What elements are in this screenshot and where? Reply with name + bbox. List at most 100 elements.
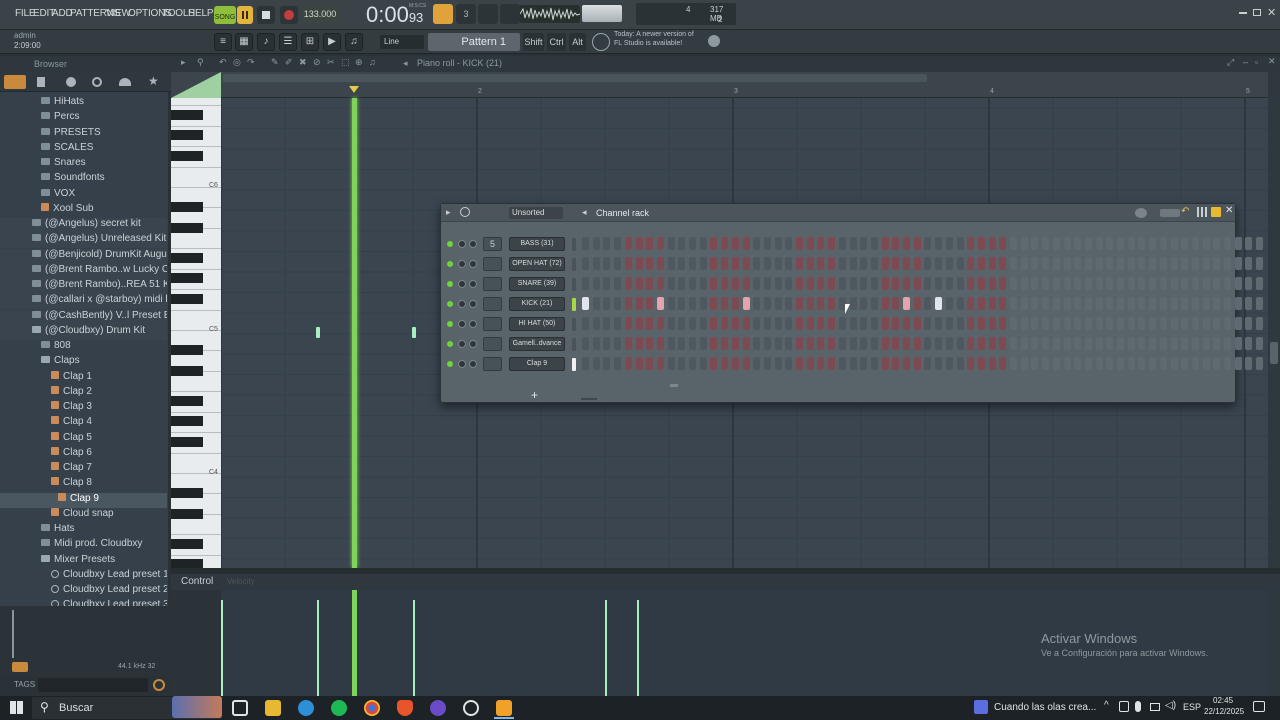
step-button[interactable] <box>646 357 654 370</box>
step-button[interactable] <box>924 297 932 310</box>
step-button[interactable] <box>1245 357 1253 370</box>
step-button[interactable] <box>742 277 750 290</box>
step-button[interactable] <box>721 337 729 350</box>
step-button[interactable] <box>881 297 889 310</box>
step-button[interactable] <box>635 337 643 350</box>
step-button[interactable] <box>1042 357 1050 370</box>
step-button[interactable] <box>624 257 632 270</box>
step-button[interactable] <box>838 277 846 290</box>
step-button[interactable] <box>1234 357 1242 370</box>
browser-item[interactable]: (@Brent Rambo)..REA 51 KIT <box>0 279 167 294</box>
step-button[interactable] <box>1170 357 1178 370</box>
step-button[interactable] <box>1095 317 1103 330</box>
black-key[interactable] <box>171 539 203 549</box>
step-button[interactable] <box>1213 357 1221 370</box>
step-button[interactable] <box>646 337 654 350</box>
step-button[interactable] <box>1138 257 1146 270</box>
step-button[interactable] <box>1181 317 1189 330</box>
taskbar-search[interactable]: ⚲ Buscar <box>32 696 222 719</box>
step-button[interactable] <box>1031 277 1039 290</box>
step-button[interactable] <box>1117 277 1124 290</box>
step-button[interactable] <box>582 257 589 270</box>
browser-item[interactable]: Clap 1 <box>0 370 167 386</box>
step-button[interactable] <box>624 297 632 310</box>
step-button[interactable] <box>1074 277 1082 290</box>
browser-item[interactable]: (@Angelus) Unreleased Kit <box>0 233 167 249</box>
step-button[interactable] <box>1063 357 1071 370</box>
step-button[interactable] <box>1202 257 1210 270</box>
step-button[interactable] <box>1224 297 1231 310</box>
step-button[interactable] <box>603 297 611 310</box>
step-button[interactable] <box>1191 317 1199 330</box>
master-volume[interactable] <box>582 5 622 22</box>
step-button[interactable] <box>828 277 836 290</box>
step-button[interactable] <box>646 277 654 290</box>
step-button[interactable] <box>710 257 718 270</box>
step-button[interactable] <box>999 237 1007 250</box>
step-button[interactable] <box>1256 297 1264 310</box>
step-button[interactable] <box>1149 337 1157 350</box>
browser-cloud-icon[interactable] <box>119 78 131 86</box>
step-button[interactable] <box>945 317 953 330</box>
step-button[interactable] <box>1245 297 1253 310</box>
tempo-tapper-button[interactable]: ▶ <box>323 33 341 51</box>
step-button[interactable] <box>721 237 729 250</box>
step-button[interactable] <box>1234 297 1242 310</box>
step-button[interactable] <box>870 337 878 350</box>
step-button[interactable] <box>624 317 632 330</box>
black-key[interactable] <box>171 294 203 304</box>
channel-pan-knob[interactable] <box>458 260 466 268</box>
step-button[interactable] <box>753 357 761 370</box>
step-button[interactable] <box>689 297 696 310</box>
channel-pan-knob[interactable] <box>458 240 466 248</box>
step-button[interactable] <box>753 257 761 270</box>
blend-notes-button[interactable] <box>500 4 520 24</box>
browser-item[interactable]: SCALES <box>0 142 167 157</box>
step-button[interactable] <box>1117 357 1124 370</box>
velocity-bar[interactable] <box>605 600 607 696</box>
step-button[interactable] <box>1063 257 1071 270</box>
step-button[interactable] <box>913 277 921 290</box>
update-icon[interactable] <box>592 33 610 51</box>
step-button[interactable] <box>924 317 932 330</box>
black-key[interactable] <box>171 110 203 120</box>
step-button[interactable] <box>870 257 878 270</box>
channel-select-indicator[interactable] <box>572 278 576 291</box>
step-button[interactable] <box>1074 237 1082 250</box>
step-button[interactable] <box>592 237 600 250</box>
step-button[interactable] <box>1106 297 1114 310</box>
step-button[interactable] <box>731 257 739 270</box>
step-button[interactable] <box>935 357 943 370</box>
step-button[interactable] <box>603 317 611 330</box>
draw-tool-icon[interactable]: ✎ <box>271 57 279 68</box>
velocity-bar[interactable] <box>317 600 319 696</box>
step-button[interactable] <box>849 277 857 290</box>
step-button[interactable] <box>1106 357 1114 370</box>
step-button[interactable] <box>806 297 814 310</box>
browser-item[interactable]: (@Angelus) secret kit <box>0 218 167 233</box>
step-button[interactable] <box>614 297 622 310</box>
step-button[interactable] <box>1127 337 1135 350</box>
browser-item[interactable]: Xool Sub <box>0 202 167 218</box>
step-button[interactable] <box>860 297 868 310</box>
step-button[interactable] <box>849 357 857 370</box>
step-button[interactable] <box>785 337 793 350</box>
magnet-icon[interactable]: ⚲ <box>197 57 204 68</box>
step-button[interactable] <box>1234 317 1242 330</box>
channel-mute-led[interactable] <box>447 341 453 347</box>
step-button[interactable] <box>1256 237 1264 250</box>
step-button[interactable] <box>1106 337 1114 350</box>
step-button[interactable] <box>614 337 622 350</box>
step-button[interactable] <box>721 277 729 290</box>
rack-filter-selector[interactable]: Unsorted <box>509 207 563 219</box>
step-button[interactable] <box>1224 317 1231 330</box>
step-button[interactable] <box>689 237 696 250</box>
step-button[interactable] <box>1052 277 1060 290</box>
step-button[interactable] <box>977 297 985 310</box>
browser-item[interactable]: Clap 5 <box>0 431 167 447</box>
step-button[interactable] <box>988 317 996 330</box>
step-button[interactable] <box>699 277 707 290</box>
channel-rack-button[interactable]: ▦ <box>235 33 253 51</box>
step-button[interactable] <box>1181 337 1189 350</box>
channel-mixer-track[interactable] <box>483 357 502 371</box>
